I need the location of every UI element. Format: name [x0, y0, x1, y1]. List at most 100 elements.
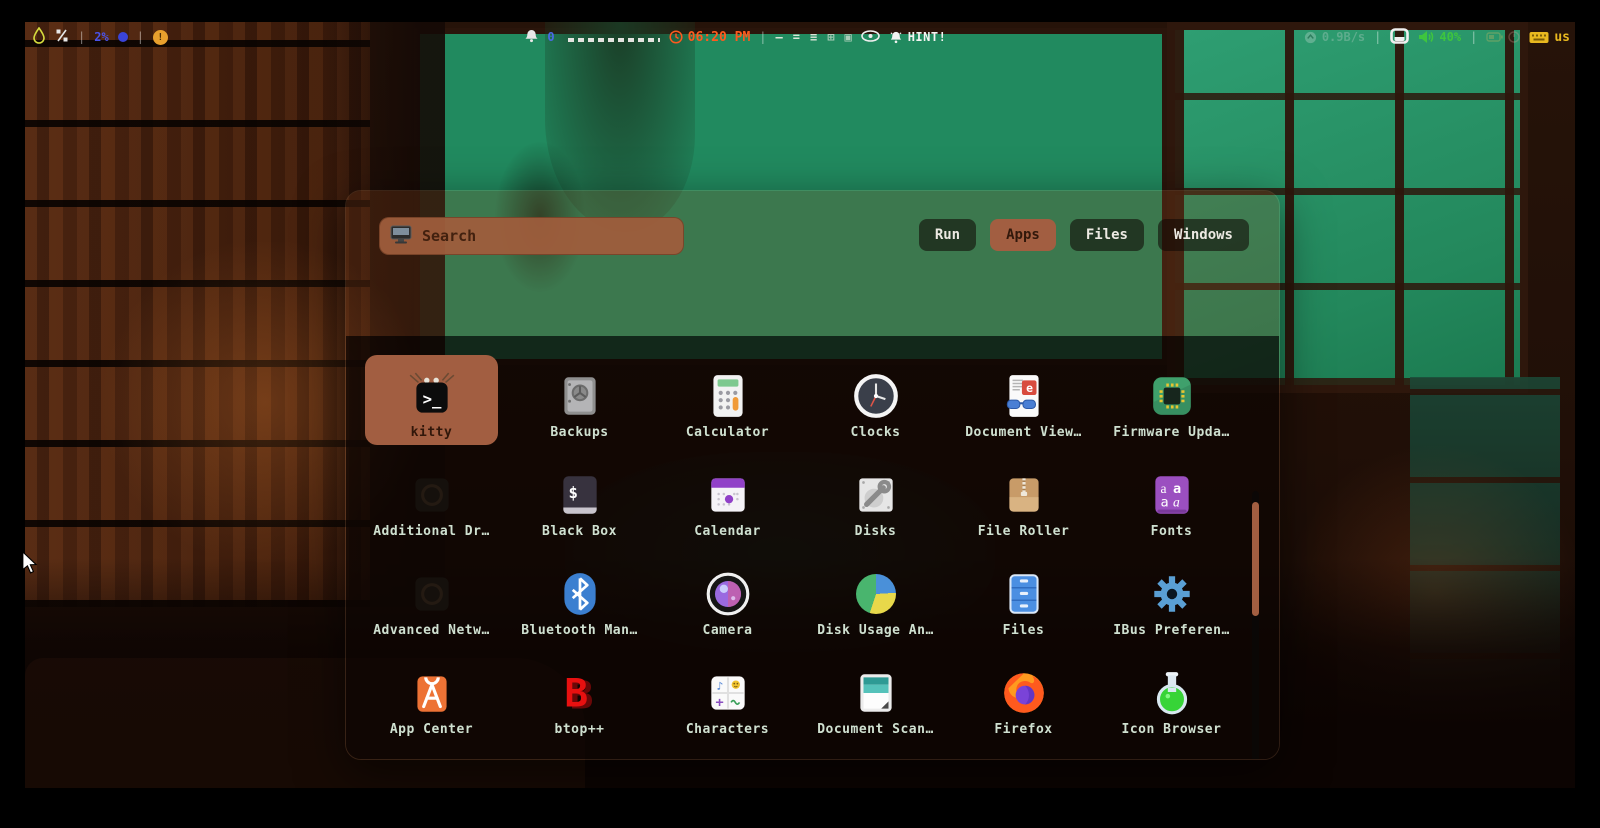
app-label: Advanced Netw…	[373, 623, 490, 638]
app-label: Disks	[855, 524, 897, 539]
calculator-icon	[703, 367, 753, 425]
separator: |	[1374, 30, 1381, 44]
separator: |	[759, 30, 766, 44]
desktop: | 2% | ! 0 06:20 PM | — = ≡ ⊞ ▣	[0, 0, 1600, 828]
app-label: Fonts	[1151, 524, 1193, 539]
app-label: Firefox	[994, 722, 1052, 737]
app-label: Firmware Upda…	[1113, 425, 1230, 440]
layout-icon-dash[interactable]: —	[776, 30, 783, 44]
network-module[interactable]: 0.9B/s	[1304, 30, 1365, 44]
app-document-view[interactable]: eDocument View…	[957, 355, 1090, 445]
tab-run[interactable]: Run	[919, 219, 976, 251]
keyboard-layout-module[interactable]: us	[1529, 30, 1570, 45]
hint-bell-icon	[889, 30, 903, 44]
app-bluetooth-man[interactable]: Bluetooth Man…	[513, 553, 646, 643]
keyboard-icon	[1529, 30, 1549, 45]
updates-alert-icon[interactable]: !	[153, 30, 168, 45]
app-file-roller[interactable]: File Roller	[957, 454, 1090, 544]
app-label: App Center	[390, 722, 473, 737]
layout-icon-window[interactable]: ▣	[844, 30, 851, 44]
app-clocks[interactable]: Clocks	[809, 355, 942, 445]
app-kitty[interactable]: >_kitty	[365, 355, 498, 445]
bell-icon[interactable]	[525, 29, 538, 46]
layout-icon-stack[interactable]: ≡	[810, 30, 817, 44]
app-label: Icon Browser	[1122, 722, 1222, 737]
files-icon	[999, 565, 1049, 623]
camera-icon	[703, 565, 753, 623]
tab-apps[interactable]: Apps	[990, 219, 1056, 251]
separator: |	[78, 30, 85, 44]
status-bar: | 2% | ! 0 06:20 PM | — = ≡ ⊞ ▣	[32, 26, 1570, 48]
app-label: Backups	[550, 425, 608, 440]
layout-icon-grid[interactable]: ⊞	[827, 30, 834, 44]
eye-icon[interactable]	[861, 30, 880, 45]
water-drop-icon[interactable]	[32, 27, 46, 47]
clock-module[interactable]: 06:20 PM	[669, 30, 751, 45]
battery-module[interactable]	[1486, 31, 1520, 43]
app-files[interactable]: Files	[957, 553, 1090, 643]
launcher-body: >_kitty Backups Calculator Clocks eDocument …	[346, 336, 1279, 760]
scrollbar[interactable]	[1252, 491, 1259, 760]
volume-module[interactable]: 40%	[1418, 30, 1461, 44]
app-label: Clocks	[851, 425, 901, 440]
speaker-icon	[1418, 30, 1434, 44]
svg-text:+: +	[715, 695, 723, 711]
app-document-scan[interactable]: Document Scan…	[809, 652, 942, 742]
clocks-icon	[851, 367, 901, 425]
hint-label: HINT!	[908, 30, 947, 44]
app-calendar[interactable]: Calendar	[661, 454, 794, 544]
app-label: Document Scan…	[817, 722, 934, 737]
computer-icon	[389, 224, 413, 249]
firmware-upda-icon	[1147, 367, 1197, 425]
app-additional-dr[interactable]: Additional Dr…	[365, 454, 498, 544]
search-box[interactable]	[379, 217, 684, 255]
app-camera[interactable]: Camera	[661, 553, 794, 643]
keyboard-layout-label: us	[1554, 30, 1570, 45]
network-speed: 0.9B/s	[1322, 30, 1365, 44]
time-label: 06:20 PM	[688, 30, 751, 45]
app-characters[interactable]: ♪+Characters	[661, 652, 794, 742]
app-label: Black Box	[542, 524, 617, 539]
app-firefox[interactable]: Firefox	[957, 652, 1090, 742]
status-center-group: 0 06:20 PM | — = ≡ ⊞ ▣ HINT!	[525, 29, 946, 46]
scrollbar-thumb[interactable]	[1252, 502, 1259, 616]
svg-text:a: a	[1173, 494, 1180, 509]
notification-count[interactable]: 0	[547, 30, 554, 44]
svg-text:a: a	[1160, 494, 1168, 510]
search-input[interactable]	[422, 227, 674, 245]
layout-icon-equal[interactable]: =	[793, 30, 800, 44]
tab-windows[interactable]: Windows	[1158, 219, 1249, 251]
app-fonts[interactable]: aaaaFonts	[1105, 454, 1238, 544]
app-btop[interactable]: BBbtop++	[513, 652, 646, 742]
additional-dr-icon	[407, 466, 457, 524]
app-black-box[interactable]: $Black Box	[513, 454, 646, 544]
app-advanced-netw[interactable]: Advanced Netw…	[365, 553, 498, 643]
tab-files[interactable]: Files	[1070, 219, 1144, 251]
progress-dashes	[568, 38, 660, 42]
file-roller-icon	[999, 466, 1049, 524]
app-ibus-preferen[interactable]: IBus Preferen…	[1105, 553, 1238, 643]
percent-icon[interactable]	[55, 28, 69, 46]
svg-text:B: B	[564, 671, 588, 717]
app-label: Characters	[686, 722, 769, 737]
app-disks[interactable]: Disks	[809, 454, 942, 544]
status-left-group: | 2% | !	[32, 27, 168, 47]
cpu-usage[interactable]: 2%	[94, 30, 108, 44]
app-label: Files	[1003, 623, 1045, 638]
app-app-center[interactable]: App Center	[365, 652, 498, 742]
apps-grid: >_kitty Backups Calculator Clocks eDocument …	[365, 355, 1238, 742]
app-calculator[interactable]: Calculator	[661, 355, 794, 445]
memory-dot-icon[interactable]	[118, 32, 128, 42]
app-icon-browser[interactable]: Icon Browser	[1105, 652, 1238, 742]
app-center-icon	[407, 664, 457, 722]
display-icon[interactable]	[1390, 28, 1409, 47]
screen-bezel-left	[0, 0, 25, 828]
mouse-cursor	[22, 552, 38, 574]
separator: |	[137, 30, 144, 44]
app-label: kitty	[411, 425, 453, 440]
kitty-icon: >_	[407, 367, 457, 425]
app-backups[interactable]: Backups	[513, 355, 646, 445]
hint-module[interactable]: HINT!	[889, 30, 947, 44]
app-firmware-upda[interactable]: Firmware Upda…	[1105, 355, 1238, 445]
app-disk-usage-an[interactable]: Disk Usage An…	[809, 553, 942, 643]
